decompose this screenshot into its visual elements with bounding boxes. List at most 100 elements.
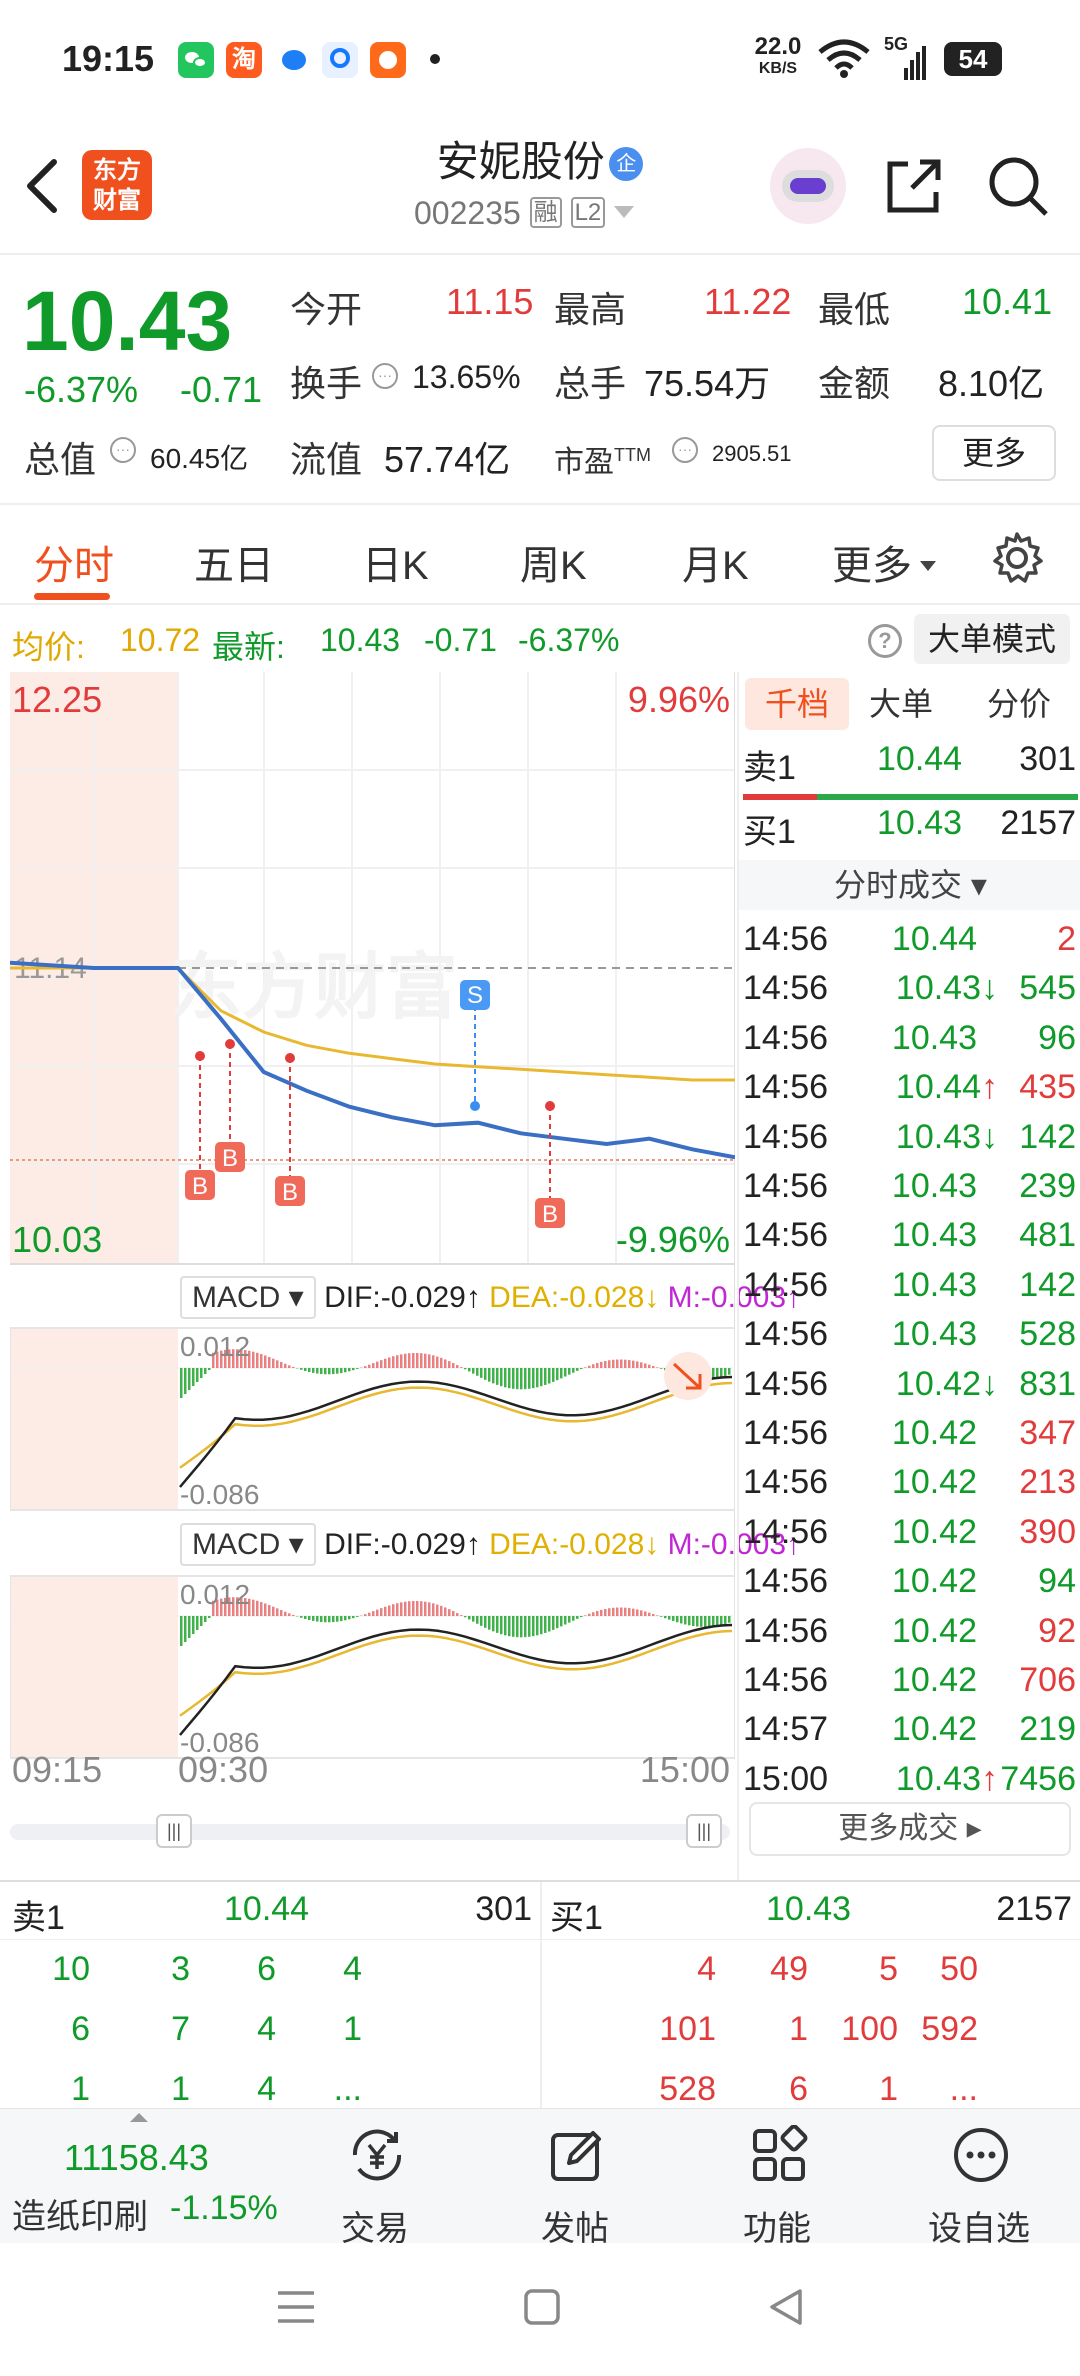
eastmoney-logo[interactable]: 东方 财富 <box>82 150 152 220</box>
trades-header[interactable]: 分时成交 ▾ <box>739 860 1080 910</box>
trade-row: 14:56 10.44↑ 435 <box>739 1068 1080 1117</box>
tab-daily-k[interactable]: 日K <box>362 533 429 591</box>
big-order-mode-button[interactable]: 大单模式 <box>914 614 1070 664</box>
quote-panel: 10.43 -6.37% -0.71 今开 11.15 最高 11.22 最低 … <box>0 255 1080 505</box>
trade-price: 10.43↓ <box>895 969 998 1008</box>
trade-volume: 92 <box>1038 1611 1076 1650</box>
trade-price: 10.43↑ <box>895 1759 998 1798</box>
trade-time: 14:56 <box>743 1167 829 1205</box>
dropdown-icon <box>920 561 936 571</box>
time-open-label: 09:30 <box>178 1749 268 1790</box>
watermark: 东方财富 <box>170 948 458 1028</box>
trade-price: 10.42 <box>891 1562 977 1601</box>
trade-volume: 219 <box>1019 1710 1076 1749</box>
help-icon[interactable]: ? <box>868 624 902 658</box>
trade-row: 14:56 10.43 142 <box>739 1266 1080 1315</box>
search-icon[interactable] <box>986 154 1052 220</box>
book-tabs: 千档 大单 分价 <box>739 672 1080 732</box>
grid-apps-icon <box>753 2125 808 2181</box>
index-widget[interactable]: 11158.43 造纸印刷 -1.15% <box>0 2109 300 2244</box>
share-icon[interactable] <box>882 154 946 218</box>
avg-label: 均价: <box>12 629 85 665</box>
volume-label: 总手 <box>554 363 627 404</box>
buy-marker[interactable]: B <box>185 1051 215 1200</box>
trade-row: 14:56 10.44 2 <box>739 920 1080 969</box>
avg-value: 10.72 <box>120 622 201 658</box>
more-button[interactable]: 更多 <box>932 425 1056 481</box>
macd-label-row-2: MACD ▾ DIF:-0.029↑ DEA:-0.028↓ M:-0.003↑ <box>180 1523 801 1569</box>
macd-selector[interactable]: MACD ▾ <box>180 1523 316 1566</box>
home-icon[interactable] <box>522 2287 562 2327</box>
sell-marker[interactable]: S <box>460 980 490 1111</box>
trade-row: 14:56 10.43 239 <box>739 1167 1080 1216</box>
scroll-handle-left[interactable]: ||| <box>156 1814 192 1848</box>
svg-text:B: B <box>542 1201 558 1228</box>
trade-price: 10.43 <box>891 1265 977 1304</box>
trade-volume: 94 <box>1038 1562 1076 1601</box>
info-icon[interactable]: ··· <box>672 437 698 463</box>
nav-add-watchlist-button[interactable]: 设自选 <box>914 2119 1044 2248</box>
macd-collapse-icon[interactable] <box>664 1352 712 1400</box>
back-icon[interactable] <box>22 156 62 216</box>
tab-big-order[interactable]: 大单 <box>869 678 933 730</box>
y-axis-top-label: 12.25 <box>12 679 102 720</box>
depth-buy-cell: ... <box>949 2070 978 2108</box>
intraday-chart[interactable]: 东方财富 11.14 BBBBS 12.25 9.96% 10.03 -9.96… <box>9 672 736 1848</box>
high-label: 最高 <box>554 289 627 330</box>
dif-value: DIF:-0.029↑ <box>324 1281 481 1314</box>
dea-line <box>179 1629 733 1717</box>
buy-marker[interactable]: B <box>275 1053 305 1206</box>
dif-value: DIF:-0.029↑ <box>324 1528 481 1561</box>
nav-trade-button[interactable]: 交易 <box>310 2119 440 2248</box>
tab-more[interactable]: 更多 <box>832 533 936 591</box>
depth-buy-cell: 1 <box>789 2010 808 2048</box>
nav-post-button[interactable]: 发帖 <box>510 2119 640 2248</box>
trade-volume: 7456 <box>1000 1759 1076 1798</box>
trade-price: 10.43 <box>891 1018 977 1057</box>
index-name: 造纸印刷 <box>12 2198 148 2236</box>
trade-price: 10.44 <box>891 920 977 958</box>
scroll-handle-right[interactable]: ||| <box>686 1814 722 1848</box>
intraday-chart-svg: 东方财富 11.14 BBBBS 12.25 9.96% 10.03 -9.96… <box>9 672 736 1790</box>
pct-axis-top-label: 9.96% <box>628 679 730 720</box>
nav-functions-button[interactable]: 功能 <box>712 2119 842 2248</box>
info-icon[interactable]: ··· <box>372 363 398 389</box>
back-nav-icon[interactable] <box>766 2287 806 2327</box>
depth-sell-cell: 10 <box>52 1950 90 1988</box>
info-icon[interactable]: ··· <box>110 437 136 463</box>
tab-intraday[interactable]: 分时 <box>34 533 114 591</box>
depth-buy-cell: 528 <box>659 2070 716 2108</box>
depth-buy-cell: 4 <box>697 1950 716 1988</box>
stock-code-row[interactable]: 002235 融 L2 <box>414 192 714 232</box>
more-trades-button[interactable]: 更多成交 ▸ <box>749 1802 1071 1856</box>
settings-gear-icon[interactable] <box>990 531 1044 585</box>
menu-icon[interactable] <box>276 2287 316 2327</box>
tab-thousand-level[interactable]: 千档 <box>745 678 849 730</box>
signal-icon <box>904 46 926 80</box>
stock-title[interactable]: 安妮股份 企 <box>380 128 700 189</box>
dea-line <box>179 1381 733 1469</box>
macd-selector[interactable]: MACD ▾ <box>180 1276 316 1319</box>
trade-volume: 96 <box>1038 1018 1076 1057</box>
trade-time: 14:56 <box>743 1018 829 1057</box>
svg-text:B: B <box>282 1179 298 1206</box>
buy-marker[interactable]: B <box>215 1039 245 1172</box>
open-label: 今开 <box>290 289 363 330</box>
tab-monthly-k[interactable]: 月K <box>682 533 749 591</box>
tab-weekly-k[interactable]: 周K <box>520 533 587 591</box>
chart-scrollbar[interactable] <box>10 1824 730 1840</box>
macd-label-row-1: MACD ▾ DIF:-0.029↑ DEA:-0.028↓ M:-0.003↑ <box>180 1276 801 1322</box>
tab-five-day[interactable]: 五日 <box>194 533 274 591</box>
status-bar: 19:15 淘 22.0 KB/S 5G 54 <box>0 0 1080 110</box>
trade-row: 14:56 10.43↓ 142 <box>739 1118 1080 1167</box>
trade-time: 14:56 <box>743 1265 829 1304</box>
trade-time: 14:56 <box>743 1611 829 1650</box>
tab-price-distribution[interactable]: 分价 <box>987 678 1051 730</box>
depth-buy-cell: 49 <box>770 1950 808 1988</box>
trade-time: 14:57 <box>743 1710 829 1749</box>
trade-row: 14:56 10.42 213 <box>739 1463 1080 1512</box>
robot-avatar-icon[interactable] <box>770 148 846 224</box>
trade-price: 10.43 <box>891 1315 977 1354</box>
blue-app-icon <box>276 42 312 78</box>
trade-time: 14:56 <box>743 1463 829 1502</box>
